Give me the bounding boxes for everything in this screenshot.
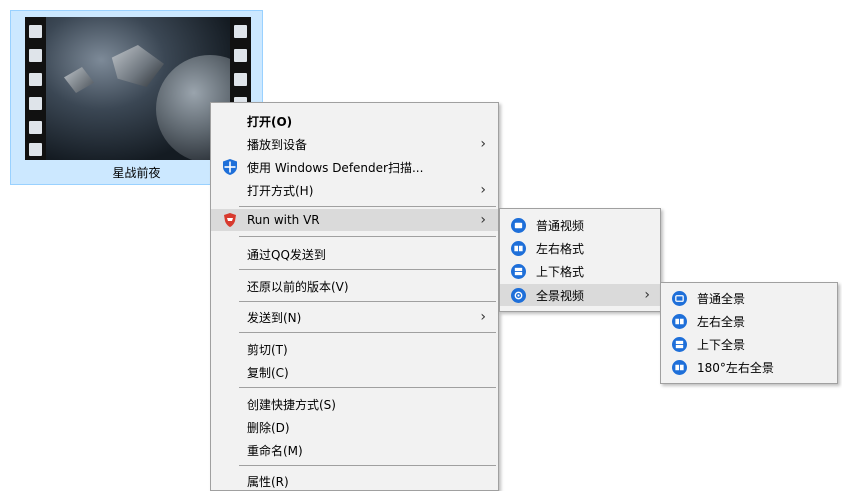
menu-separator bbox=[239, 269, 496, 270]
vr-item-side-by-side[interactable]: 左右格式 bbox=[500, 237, 660, 259]
menu-item-label: 打开(O) bbox=[247, 114, 293, 129]
menu-separator bbox=[239, 206, 496, 207]
menu-item-copy[interactable]: 复制(C) bbox=[211, 361, 498, 383]
menu-item-label: 通过QQ发送到 bbox=[247, 247, 326, 262]
vr-submenu: 普通视频 左右格式 上下格式 全景视频 › bbox=[499, 208, 661, 312]
menu-item-label: 还原以前的版本(V) bbox=[247, 279, 349, 294]
vr-item-normal-video[interactable]: 普通视频 bbox=[500, 214, 660, 236]
menu-item-defender-scan[interactable]: 使用 Windows Defender扫描... bbox=[211, 156, 498, 178]
chevron-right-icon: › bbox=[480, 182, 486, 198]
thumbnail-scene bbox=[46, 17, 251, 160]
panorama-item-normal[interactable]: 普通全景 bbox=[661, 287, 837, 309]
submenu-item-label: 全景视频 bbox=[536, 288, 585, 303]
menu-item-delete[interactable]: 删除(D) bbox=[211, 416, 498, 438]
180-panorama-icon bbox=[672, 359, 687, 375]
menu-item-open[interactable]: 打开(O) bbox=[211, 110, 498, 132]
menu-item-label: Run with VR bbox=[247, 213, 320, 227]
top-bottom-icon bbox=[511, 263, 526, 279]
menu-item-label: 播放到设备 bbox=[247, 137, 308, 152]
vr-item-panorama-video[interactable]: 全景视频 › bbox=[500, 284, 660, 306]
menu-separator bbox=[239, 465, 496, 466]
menu-item-open-with[interactable]: 打开方式(H) › bbox=[211, 179, 498, 201]
panorama-video-icon bbox=[511, 287, 526, 303]
menu-item-label: 打开方式(H) bbox=[247, 183, 314, 198]
menu-item-cast-to-device[interactable]: 播放到设备 › bbox=[211, 133, 498, 155]
menu-separator bbox=[239, 332, 496, 333]
vr-shield-icon bbox=[221, 211, 239, 229]
chevron-right-icon: › bbox=[480, 136, 486, 152]
menu-separator bbox=[239, 387, 496, 388]
panorama-item-side-by-side[interactable]: 左右全景 bbox=[661, 310, 837, 332]
menu-item-create-shortcut[interactable]: 创建快捷方式(S) bbox=[211, 393, 498, 415]
submenu-item-label: 上下格式 bbox=[536, 264, 585, 279]
normal-panorama-icon bbox=[672, 290, 687, 306]
menu-item-send-via-qq[interactable]: 通过QQ发送到 bbox=[211, 243, 498, 265]
menu-item-run-with-vr[interactable]: Run with VR › bbox=[211, 209, 498, 231]
chevron-right-icon: › bbox=[480, 212, 486, 228]
menu-item-label: 剪切(T) bbox=[247, 342, 288, 357]
menu-item-label: 创建快捷方式(S) bbox=[247, 397, 336, 412]
menu-item-send-to[interactable]: 发送到(N) › bbox=[211, 306, 498, 328]
windows-defender-icon bbox=[221, 158, 239, 176]
submenu-item-label: 普通全景 bbox=[697, 291, 746, 306]
menu-item-cut[interactable]: 剪切(T) bbox=[211, 338, 498, 360]
submenu-item-label: 180°左右全景 bbox=[697, 360, 774, 375]
menu-item-label: 重命名(M) bbox=[247, 443, 303, 458]
ship-graphic bbox=[111, 45, 164, 87]
chevron-right-icon: › bbox=[480, 309, 486, 325]
vr-item-top-bottom[interactable]: 上下格式 bbox=[500, 260, 660, 282]
menu-separator bbox=[239, 236, 496, 237]
normal-video-icon bbox=[511, 217, 526, 233]
film-strip-left bbox=[25, 17, 46, 160]
context-menu: 打开(O) 播放到设备 › 使用 Windows Defender扫描... 打… bbox=[210, 102, 499, 491]
side-by-side-icon bbox=[511, 240, 526, 256]
submenu-item-label: 左右格式 bbox=[536, 241, 585, 256]
submenu-item-label: 上下全景 bbox=[697, 337, 746, 352]
panorama-item-180-side-by-side[interactable]: 180°左右全景 bbox=[661, 356, 837, 378]
menu-item-properties[interactable]: 属性(R) bbox=[211, 470, 498, 491]
menu-item-rename[interactable]: 重命名(M) bbox=[211, 439, 498, 461]
side-by-side-panorama-icon bbox=[672, 313, 687, 329]
menu-item-label: 属性(R) bbox=[247, 474, 289, 489]
menu-item-label: 发送到(N) bbox=[247, 310, 302, 325]
top-bottom-panorama-icon bbox=[672, 336, 687, 352]
chevron-right-icon: › bbox=[644, 287, 650, 303]
menu-item-label: 复制(C) bbox=[247, 365, 289, 380]
submenu-item-label: 左右全景 bbox=[697, 314, 746, 329]
ship-graphic-small bbox=[64, 67, 94, 93]
panorama-item-top-bottom[interactable]: 上下全景 bbox=[661, 333, 837, 355]
menu-item-label: 删除(D) bbox=[247, 420, 290, 435]
panorama-submenu: 普通全景 左右全景 上下全景 180°左右全景 bbox=[660, 282, 838, 384]
submenu-item-label: 普通视频 bbox=[536, 218, 585, 233]
menu-item-label: 使用 Windows Defender扫描... bbox=[247, 160, 424, 175]
menu-item-restore-previous[interactable]: 还原以前的版本(V) bbox=[211, 275, 498, 297]
menu-separator bbox=[239, 301, 496, 302]
